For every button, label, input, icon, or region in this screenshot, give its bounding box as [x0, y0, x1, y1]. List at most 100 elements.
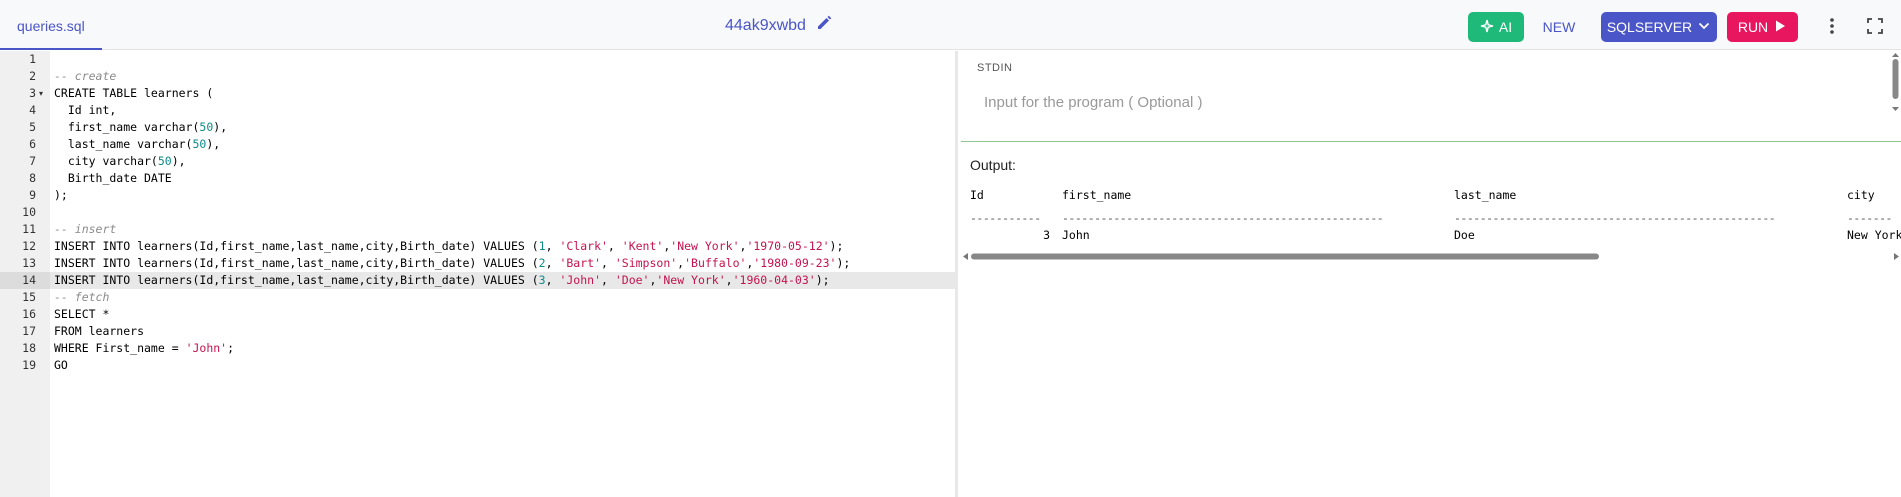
- output-header-id: Id: [970, 188, 984, 202]
- code-line[interactable]: );: [54, 187, 68, 204]
- line-number: 4: [29, 103, 36, 117]
- io-panel: STDIN Output: Id first_name last_name ci…: [961, 51, 1901, 497]
- code-token: ;: [227, 341, 235, 355]
- output-label: Output:: [970, 157, 1016, 173]
- new-button[interactable]: NEW: [1540, 12, 1578, 42]
- code-line[interactable]: last_name varchar(50),: [54, 136, 220, 153]
- top-toolbar: queries.sql 44ak9xwbd AI NEW SQLSERVER R…: [0, 0, 1901, 50]
- output-cell-last-name: Doe: [1454, 228, 1475, 242]
- code-token: last_name varchar(: [54, 137, 193, 151]
- run-button-label: RUN: [1737, 19, 1769, 35]
- edit-icon[interactable]: [816, 15, 832, 36]
- code-token: -- fetch: [54, 290, 110, 304]
- code-token: 2: [538, 256, 546, 270]
- code-token: );: [815, 273, 830, 287]
- code-line[interactable]: Id int,: [54, 102, 116, 119]
- line-number: 19: [22, 358, 36, 372]
- code-token: Birth_date DATE: [54, 171, 172, 185]
- code-line[interactable]: INSERT INTO learners(Id,first_name,last_…: [54, 255, 850, 272]
- fold-arrow-icon[interactable]: ▾: [39, 85, 43, 102]
- code-line[interactable]: Birth_date DATE: [54, 170, 172, 187]
- code-line[interactable]: -- fetch: [54, 289, 109, 306]
- line-number: 15: [22, 290, 36, 304]
- table-row: 3 John Doe New York: [970, 227, 1901, 329]
- line-number: 6: [29, 137, 36, 151]
- output-cell-first-name: John: [1062, 228, 1090, 242]
- output-separator-city: -------: [1847, 211, 1892, 225]
- ai-button[interactable]: AI: [1468, 12, 1524, 42]
- output-separator-id: -----------: [970, 211, 1041, 225]
- code-line[interactable]: INSERT INTO learners(Id,first_name,last_…: [54, 272, 830, 289]
- code-token: 3: [538, 273, 546, 287]
- code-token: ,: [601, 256, 615, 270]
- code-line[interactable]: -- create: [54, 68, 116, 85]
- code-line[interactable]: CREATE TABLE learners (: [54, 85, 213, 102]
- code-line[interactable]: INSERT INTO learners(Id,first_name,last_…: [54, 238, 843, 255]
- line-number: 16: [22, 307, 36, 321]
- code-token: FROM learners: [54, 324, 145, 338]
- code-token: ,: [545, 273, 560, 287]
- play-icon: [1773, 19, 1787, 36]
- line-number: 13: [22, 256, 36, 270]
- code-token: 'Clark': [559, 239, 608, 253]
- code-token: 'Simpson': [614, 256, 678, 270]
- chevron-down-icon: [1697, 19, 1711, 36]
- output-header-last-name: last_name: [1454, 188, 1517, 202]
- line-number: 10: [22, 205, 36, 219]
- file-tab-queries[interactable]: queries.sql: [0, 0, 102, 50]
- line-number: 9: [29, 188, 36, 202]
- code-token: INSERT INTO learners(Id,first_name,last_…: [54, 273, 539, 287]
- line-number: 11: [22, 222, 36, 236]
- code-token: );: [836, 256, 851, 270]
- code-token: 50: [157, 154, 172, 168]
- code-line[interactable]: city varchar(50),: [54, 153, 186, 170]
- code-token: 'Buffalo': [684, 256, 747, 270]
- code-token: ),: [206, 137, 221, 151]
- stdin-input[interactable]: [984, 94, 1864, 111]
- code-token: 'Bart': [559, 256, 601, 270]
- code-line[interactable]: WHERE First_name = 'John';: [54, 340, 234, 357]
- code-token: 1: [538, 239, 546, 253]
- code-editor[interactable]: -- create CREATE TABLE learners ( Id int,…: [0, 51, 958, 497]
- run-button[interactable]: RUN: [1727, 12, 1798, 42]
- code-line[interactable]: GO: [54, 357, 68, 374]
- stdin-output-divider: [961, 141, 1901, 142]
- code-token: 'Kent': [621, 239, 664, 253]
- line-number: 14: [22, 273, 36, 287]
- code-token: 'John': [559, 273, 601, 287]
- output-cell-city: New York: [1847, 228, 1901, 242]
- code-token: '1980-09-23': [753, 256, 837, 270]
- line-number: 8: [29, 171, 36, 185]
- code-line[interactable]: FROM learners: [54, 323, 144, 340]
- line-number: 5: [29, 120, 36, 134]
- fullscreen-icon[interactable]: [1867, 18, 1883, 34]
- code-token: );: [54, 188, 68, 202]
- code-token: ),: [171, 154, 186, 168]
- code-token: 'John': [185, 341, 228, 355]
- code-token: -- create: [54, 69, 117, 83]
- output-separator-first-name: ----------------------------------------…: [1062, 211, 1384, 225]
- language-label: SQLSERVER: [1606, 19, 1693, 35]
- line-number: 7: [29, 154, 36, 168]
- code-token: '1960-04-03': [732, 273, 816, 287]
- kebab-menu-icon[interactable]: [1823, 16, 1841, 36]
- language-select-button[interactable]: SQLSERVER: [1601, 12, 1717, 42]
- line-number: 18: [22, 341, 36, 355]
- code-line[interactable]: first_name varchar(50),: [54, 119, 227, 136]
- output-cell-id: 3: [1043, 228, 1050, 242]
- stdin-scrollbar[interactable]: [1890, 51, 1901, 141]
- code-token: INSERT INTO learners(Id,first_name,last_…: [54, 256, 539, 270]
- code-token: ,: [725, 273, 733, 287]
- code-token: GO: [54, 358, 68, 372]
- output-horizontal-scrollbar[interactable]: [961, 249, 1901, 260]
- share-id: 44ak9xwbd: [725, 15, 832, 36]
- output-separator-last-name: ----------------------------------------…: [1454, 211, 1776, 225]
- code-token: ,: [545, 256, 560, 270]
- code-line[interactable]: -- insert: [54, 221, 116, 238]
- code-token: WHERE First_name =: [54, 341, 186, 355]
- code-line[interactable]: SELECT *: [54, 306, 109, 323]
- line-number: 1: [29, 52, 36, 66]
- code-token: Id int,: [54, 103, 117, 117]
- code-token: 'New York': [670, 239, 740, 253]
- line-number: 3: [29, 86, 36, 100]
